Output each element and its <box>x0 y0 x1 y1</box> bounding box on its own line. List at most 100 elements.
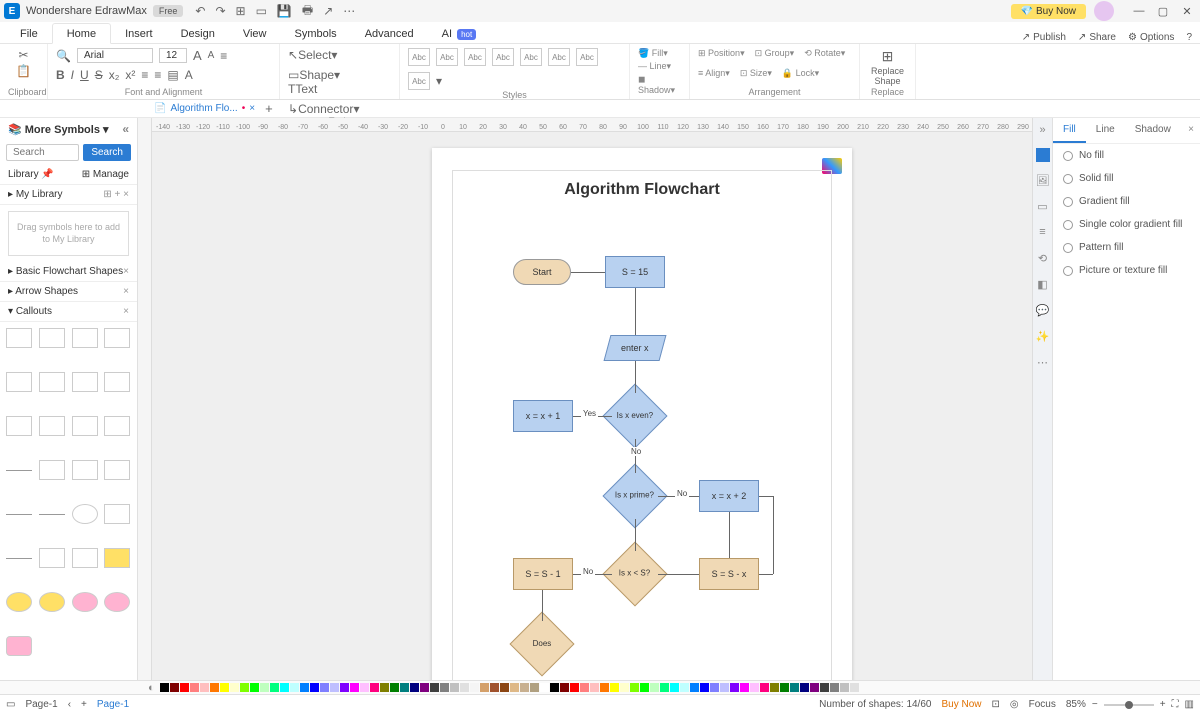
shape-thumb[interactable] <box>39 372 65 392</box>
symbol-dropzone[interactable]: Drag symbols here to add to My Library <box>8 211 129 256</box>
shape-thumb[interactable] <box>72 548 98 568</box>
add-tab-icon[interactable]: + <box>265 101 273 116</box>
rotate-button[interactable]: ⟲ Rotate▾ <box>804 48 845 59</box>
shape-thumb[interactable] <box>39 416 65 436</box>
user-avatar[interactable] <box>1094 1 1114 21</box>
color-swatch[interactable] <box>180 683 189 692</box>
color-swatch[interactable] <box>600 683 609 692</box>
fill-option[interactable]: Single color gradient fill <box>1053 213 1200 236</box>
color-swatch[interactable] <box>750 683 759 692</box>
symbol-search-input[interactable] <box>6 144 79 161</box>
color-swatch[interactable] <box>570 683 579 692</box>
color-swatch[interactable] <box>760 683 769 692</box>
cut-icon[interactable]: ✂ <box>18 48 28 62</box>
color-swatch[interactable] <box>470 683 479 692</box>
history-tool-icon[interactable]: ⟲ <box>1036 252 1050 266</box>
color-swatch[interactable] <box>210 683 219 692</box>
color-swatch[interactable] <box>700 683 709 692</box>
node-start[interactable]: Start <box>513 259 571 285</box>
color-swatch[interactable] <box>790 683 799 692</box>
group-button[interactable]: ⊡ Group▾ <box>755 48 795 59</box>
tab-symbols[interactable]: Symbols <box>281 24 351 43</box>
color-swatch[interactable] <box>720 683 729 692</box>
color-swatch[interactable] <box>560 683 569 692</box>
layers-tool-icon[interactable]: ◧ <box>1036 278 1050 292</box>
add-page-icon[interactable]: + <box>81 699 87 710</box>
fullscreen-icon[interactable]: ⛶ <box>1172 699 1179 710</box>
search-font-icon[interactable]: 🔍 <box>56 49 71 63</box>
shape-thumb[interactable] <box>72 592 98 612</box>
outline-tool-icon[interactable]: ≡ <box>1036 226 1050 240</box>
node-sminus1[interactable]: S = S - 1 <box>513 558 573 590</box>
color-swatch[interactable] <box>370 683 379 692</box>
tab-file[interactable]: File <box>6 24 52 43</box>
color-swatch[interactable] <box>290 683 299 692</box>
undo-icon[interactable]: ↶ <box>195 4 205 18</box>
shape-thumb[interactable] <box>72 416 98 436</box>
save-icon[interactable]: 💾 <box>277 4 292 18</box>
options-button[interactable]: ⚙ Options <box>1128 32 1174 43</box>
color-swatch[interactable] <box>780 683 789 692</box>
more-tool-icon[interactable]: ⋯ <box>1036 356 1050 370</box>
color-swatch[interactable] <box>840 683 849 692</box>
tab-advanced[interactable]: Advanced <box>351 24 428 43</box>
tab-ai[interactable]: AI hot <box>428 24 491 43</box>
tab-view[interactable]: View <box>229 24 281 43</box>
color-swatch[interactable] <box>420 683 429 692</box>
color-swatch[interactable] <box>670 683 679 692</box>
color-swatch[interactable] <box>360 683 369 692</box>
style-swatch[interactable]: Abc <box>548 48 570 66</box>
fill-option[interactable]: Solid fill <box>1053 167 1200 190</box>
color-swatch[interactable] <box>170 683 179 692</box>
page[interactable]: Algorithm Flowchart Start S = 15 enter x… <box>432 148 852 680</box>
shape-thumb[interactable] <box>72 372 98 392</box>
fontcolor-icon[interactable]: A <box>185 68 193 82</box>
shape-button[interactable]: ▭ Shape▾ <box>288 68 340 82</box>
underline-icon[interactable]: U <box>80 68 89 82</box>
color-picker-icon[interactable]: ◐ <box>148 682 155 694</box>
close-panel-icon[interactable]: × <box>1182 118 1200 143</box>
status-buy[interactable]: Buy Now <box>941 699 981 710</box>
shape-thumb[interactable] <box>104 372 130 392</box>
style-swatch[interactable]: Abc <box>464 48 486 66</box>
shape-thumb[interactable] <box>104 416 130 436</box>
node-does[interactable]: Does <box>509 611 574 676</box>
color-swatch[interactable] <box>460 683 469 692</box>
style-swatch[interactable]: Abc <box>492 48 514 66</box>
shadow-button[interactable]: ◼ Shadow▾ <box>638 74 681 96</box>
shape-thumb[interactable] <box>6 416 32 436</box>
bold-icon[interactable]: B <box>56 68 65 82</box>
shape-thumb[interactable] <box>6 558 32 559</box>
shape-thumb[interactable] <box>6 470 32 471</box>
color-swatch[interactable] <box>830 683 839 692</box>
color-swatch[interactable] <box>660 683 669 692</box>
node-xplus2[interactable]: x = x + 2 <box>699 480 759 512</box>
color-swatch[interactable] <box>480 683 489 692</box>
shape-thumb[interactable] <box>104 592 130 612</box>
minimize-icon[interactable]: — <box>1130 5 1148 17</box>
share-button[interactable]: ↗ Share <box>1078 32 1116 43</box>
redo-icon[interactable]: ↷ <box>215 4 225 18</box>
shape-thumb[interactable] <box>6 328 32 348</box>
close-tab-icon[interactable]: × <box>249 103 255 114</box>
panel-tab-fill[interactable]: Fill <box>1053 118 1086 143</box>
shape-thumb[interactable] <box>39 460 65 480</box>
color-swatch[interactable] <box>230 683 239 692</box>
color-swatch[interactable] <box>390 683 399 692</box>
shape-thumb[interactable] <box>39 514 65 515</box>
color-swatch[interactable] <box>490 683 499 692</box>
lock-button[interactable]: 🔒 Lock▾ <box>782 68 819 79</box>
color-swatch[interactable] <box>680 683 689 692</box>
color-swatch[interactable] <box>400 683 409 692</box>
position-button[interactable]: ⊞ Position▾ <box>698 48 745 59</box>
export-icon[interactable]: ↗ <box>323 4 333 18</box>
shape-thumb[interactable] <box>72 460 98 480</box>
buy-now-button[interactable]: 💎 Buy Now <box>1011 4 1086 19</box>
node-enterx[interactable]: enter x <box>604 335 667 361</box>
page-nav-icon[interactable]: ▭ <box>6 699 15 710</box>
panel-tab-shadow[interactable]: Shadow <box>1125 118 1181 143</box>
doc-tab[interactable]: 📄 Algorithm Flo... • × <box>148 101 261 116</box>
color-swatch[interactable] <box>530 683 539 692</box>
tab-home[interactable]: Home <box>52 23 111 44</box>
color-swatch[interactable] <box>300 683 309 692</box>
